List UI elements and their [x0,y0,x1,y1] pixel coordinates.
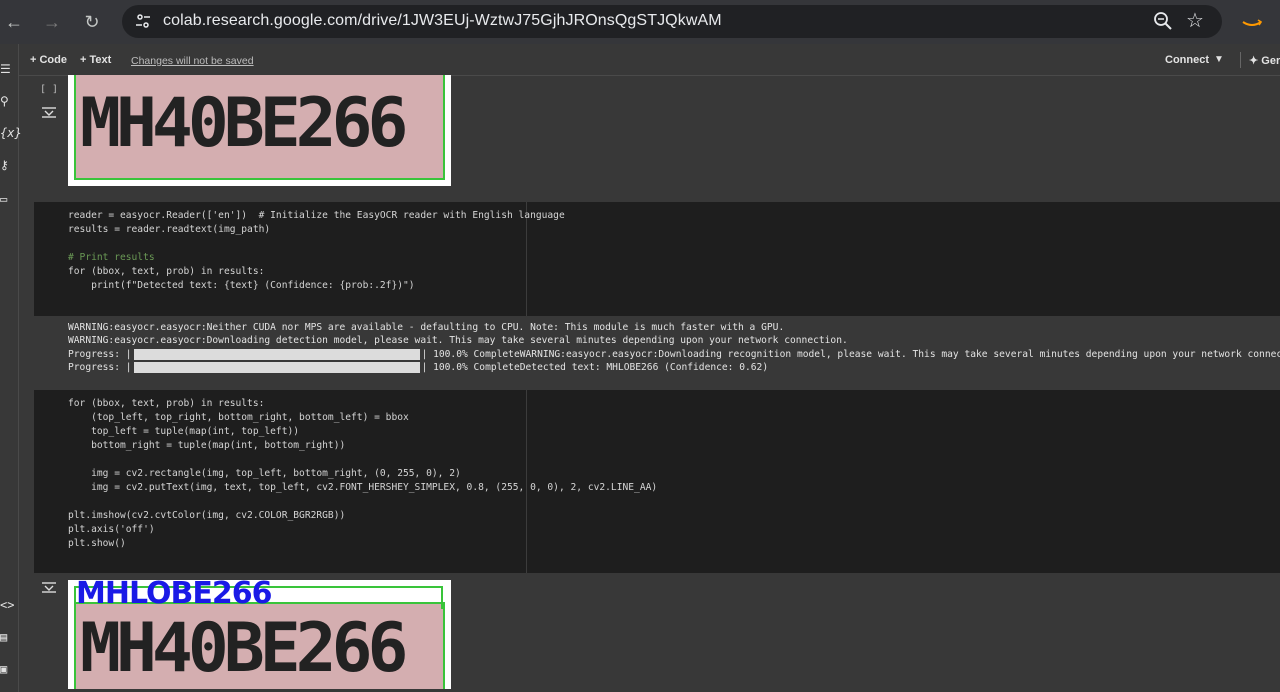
folder-icon[interactable]: ▭ [0,192,14,206]
code-cell-easyocr[interactable]: reader = easyocr.Reader(['en']) # Initia… [34,202,1280,316]
connect-button[interactable]: Connect [1165,54,1209,66]
progress-status: | 100.0% CompleteWARNING:easyocr.easyocr… [421,349,1280,360]
terminal-icon[interactable]: ▣ [0,662,14,676]
url-text[interactable]: colab.research.google.com/drive/1JW3EUj-… [163,12,722,30]
code-snippets-icon[interactable]: <> [0,598,14,612]
cell-output: WARNING:easyocr.easyocr:Neither CUDA nor… [34,316,1280,388]
key-icon[interactable]: ⚷ [0,158,14,172]
plate-text: MH40BE266 [80,609,408,688]
output-line: Progress: | | 100.0% CompleteWARNING:easy… [68,348,1280,361]
plate-image-annotated: MH40BE266 MHLOBE266 [68,580,451,689]
code-line: results = reader.readtext(img_path) [68,223,270,237]
variables-icon[interactable]: {x} [0,126,22,140]
output-line: WARNING:easyocr.easyocr:Downloading dete… [68,335,848,346]
code-line: plt.imshow(cv2.cvtColor(img, cv2.COLOR_B… [68,510,346,521]
plate-image-original: MH40BE266 [68,75,451,186]
code-line: top_left = tuple(map(int, top_left)) [68,426,300,437]
code-line: # Print results [68,251,155,265]
code-line: plt.show() [68,538,126,549]
progress-label: Progress: | [68,349,132,360]
browser-toolbar: ← → ↻ colab.research.google.com/drive/1J… [0,0,1280,44]
code-text: print(f"Detected text: {text} (Confidenc… [68,280,415,291]
back-icon[interactable]: ← [2,10,26,34]
reload-icon[interactable]: ↻ [80,10,104,34]
license-plate: MH40BE266 [74,602,445,689]
forward-icon[interactable]: → [40,10,64,34]
search-icon[interactable]: ⚲ [0,94,14,108]
command-palette-icon[interactable]: ▤ [0,630,14,644]
progress-status: | 100.0% CompleteDetected text: MHLOBE26… [421,362,769,373]
gemini-button[interactable]: ✦ Ger [1249,54,1280,67]
code-text: # Print results [68,252,155,263]
output-line: Progress: | | 100.0% CompleteDetected tex… [68,361,768,374]
code-cell-draw-boxes[interactable]: for (bbox, text, prob) in results: (top_… [34,390,1280,573]
output-line: WARNING:easyocr.easyocr:Neither CUDA nor… [68,322,785,333]
unsaved-notice-link[interactable]: Changes will not be saved [131,55,254,67]
menu-icon[interactable]: ☰ [0,62,14,76]
left-sidebar: ☰ ⚲ {x} ⚷ ▭ <> ▤ ▣ [0,44,22,692]
add-text-button[interactable]: + Text [80,54,111,66]
code-line: img = cv2.rectangle(img, top_left, botto… [68,468,461,479]
chevron-down-icon[interactable]: ▼ [1214,54,1224,65]
code-line: bottom_right = tuple(map(int, bottom_rig… [68,440,346,451]
code-line: for (bbox, text, prob) in results: [68,265,264,279]
code-text: results = reader.readtext(img_path) [68,224,271,235]
code-line: (top_left, top_right, bottom_right, bott… [68,412,409,423]
add-code-button[interactable]: + Code [30,54,67,66]
code-line: reader = easyocr.Reader(['en']) # Initia… [68,209,565,223]
code-text: reader = easyocr.Reader(['en']) # Initia… [68,210,565,221]
code-line: print(f"Detected text: {text} (Confidenc… [68,279,415,293]
output-toggle-icon[interactable] [41,581,57,593]
notebook-toolbar: + Code + Text Changes will not be saved … [0,44,1280,76]
cell-run-bracket[interactable]: [ ] [40,84,58,95]
star-icon[interactable]: ☆ [1186,8,1204,33]
progress-bar [133,348,420,360]
toolbar-divider [1240,52,1241,68]
license-plate: MH40BE266 [74,75,445,180]
code-line: for (bbox, text, prob) in results: [68,398,265,409]
site-settings-icon[interactable] [135,13,151,29]
code-line: plt.axis('off') [68,524,155,535]
address-bar[interactable]: colab.research.google.com/drive/1JW3EUj-… [122,5,1222,38]
progress-bar [133,361,420,373]
detected-text-overlay: MHLOBE266 [76,580,272,611]
code-text: for (bbox, text, prob) in results: [68,266,265,277]
zoom-icon[interactable] [1152,10,1174,32]
plate-text: MH40BE266 [80,84,408,163]
code-line: img = cv2.putText(img, text, top_left, c… [68,482,658,493]
progress-label: Progress: | [68,362,132,373]
output-toggle-icon[interactable] [41,106,57,118]
amazon-icon[interactable] [1240,14,1264,30]
